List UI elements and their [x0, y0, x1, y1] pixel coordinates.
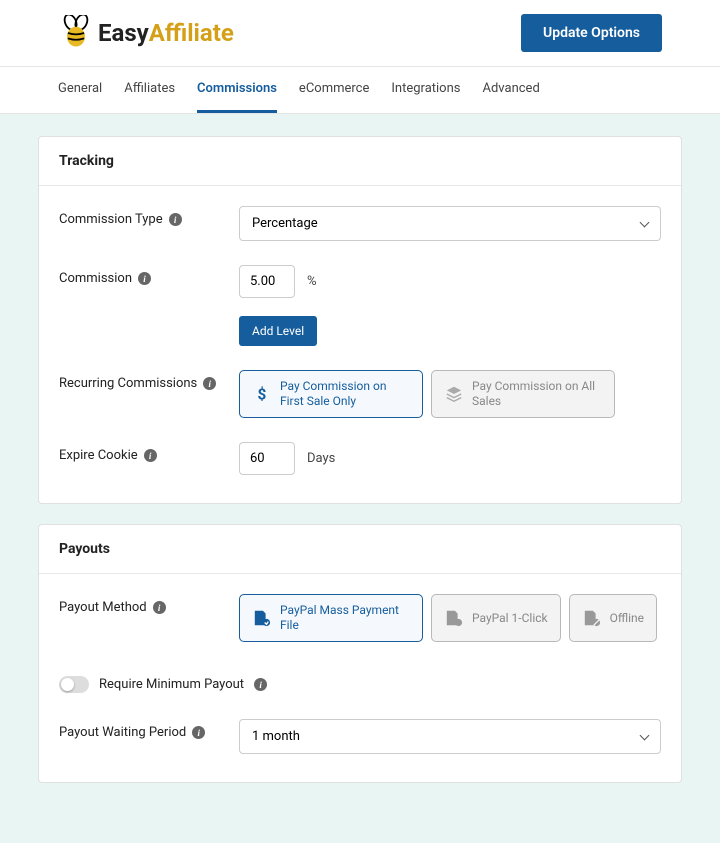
tracking-panel: Tracking Commission Type i Percentage Co… — [38, 136, 682, 504]
header: EasyAffiliate Update Options — [0, 0, 720, 66]
commission-type-label: Commission Type i — [59, 206, 239, 227]
dollar-icon: $ — [252, 385, 272, 403]
commission-label: Commission i — [59, 265, 239, 286]
stack-icon — [444, 385, 464, 403]
recurring-label: Recurring Commissions i — [59, 370, 239, 391]
cookie-suffix: Days — [307, 451, 335, 466]
tab-integrations[interactable]: Integrations — [391, 67, 460, 113]
tab-general[interactable]: General — [58, 67, 102, 113]
info-icon[interactable]: i — [144, 449, 157, 462]
recurring-first-sale-option[interactable]: $ Pay Commission on First Sale Only — [239, 370, 423, 418]
info-icon[interactable]: i — [203, 377, 216, 390]
payouts-panel: Payouts Payout Method i — [38, 524, 682, 783]
require-minimum-payout-toggle[interactable] — [59, 676, 89, 693]
payout-waiting-select[interactable]: 1 month — [239, 719, 661, 754]
payout-waiting-label: Payout Waiting Period i — [59, 719, 239, 740]
recurring-all-sales-option[interactable]: Pay Commission on All Sales — [431, 370, 615, 418]
paypal-1click-icon — [444, 609, 464, 627]
info-icon[interactable]: i — [138, 272, 151, 285]
payout-paypal-1click-option[interactable]: PayPal 1-Click — [431, 594, 561, 642]
require-minimum-payout-label: Require Minimum Payout — [99, 677, 244, 692]
chevron-down-icon — [640, 217, 650, 227]
info-icon[interactable]: i — [169, 213, 182, 226]
expire-cookie-label: Expire Cookie i — [59, 442, 239, 463]
content: Tracking Commission Type i Percentage Co… — [0, 114, 720, 843]
tab-affiliates[interactable]: Affiliates — [124, 67, 175, 113]
logo-text: EasyAffiliate — [98, 19, 234, 47]
payouts-title: Payouts — [39, 525, 681, 574]
tab-commissions[interactable]: Commissions — [197, 67, 277, 113]
tabs: General Affiliates Commissions eCommerce… — [0, 66, 720, 114]
logo: EasyAffiliate — [58, 15, 234, 51]
tab-advanced[interactable]: Advanced — [482, 67, 539, 113]
bee-icon — [58, 15, 94, 51]
paypal-file-icon — [252, 609, 272, 627]
update-options-button[interactable]: Update Options — [521, 14, 662, 52]
payout-paypal-mass-option[interactable]: PayPal Mass Payment File — [239, 594, 423, 642]
tab-ecommerce[interactable]: eCommerce — [299, 67, 369, 113]
commission-type-select[interactable]: Percentage — [239, 206, 661, 241]
payout-offline-option[interactable]: Offline — [569, 594, 657, 642]
info-icon[interactable]: i — [192, 726, 205, 739]
add-level-button[interactable]: Add Level — [239, 316, 317, 346]
tracking-title: Tracking — [39, 137, 681, 186]
svg-text:$: $ — [258, 385, 267, 403]
info-icon[interactable]: i — [254, 678, 267, 691]
info-icon[interactable]: i — [153, 601, 166, 614]
offline-icon — [582, 609, 602, 627]
expire-cookie-input[interactable] — [239, 442, 295, 475]
commission-input[interactable] — [239, 265, 295, 298]
commission-suffix: % — [307, 274, 317, 289]
payout-method-label: Payout Method i — [59, 594, 239, 615]
chevron-down-icon — [640, 730, 650, 740]
